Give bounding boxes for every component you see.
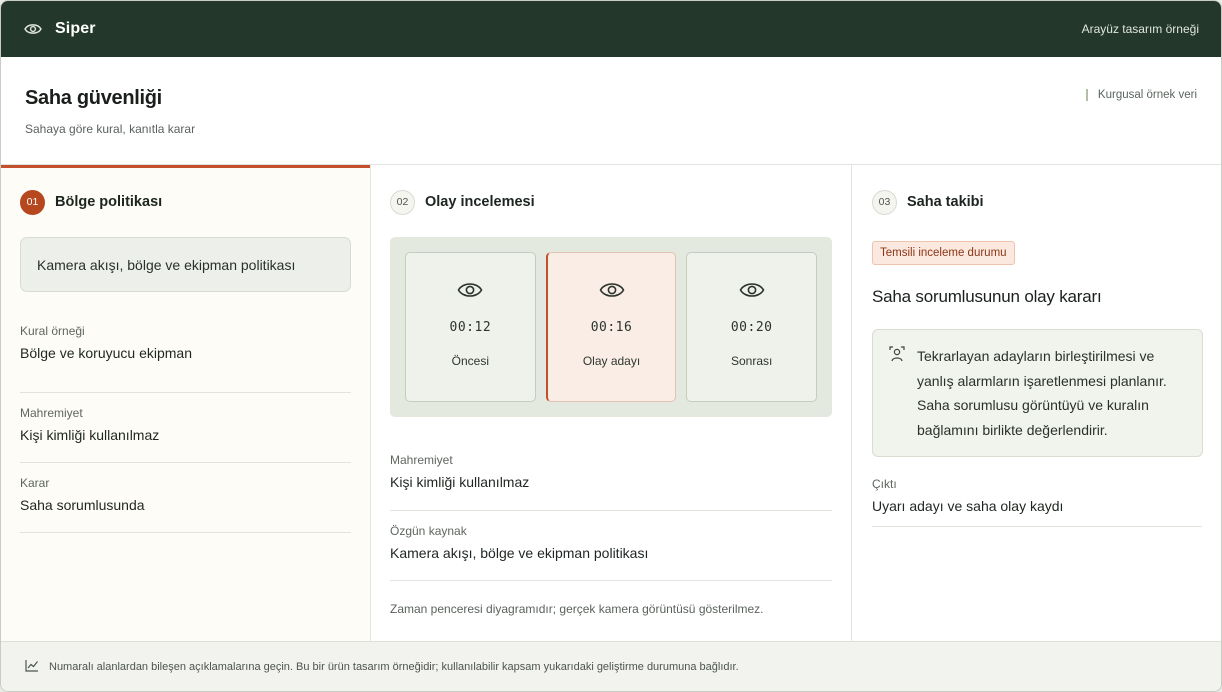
chart-line-icon: [25, 659, 39, 675]
page-subtitle: Sahaya göre kural, kanıtla karar: [25, 122, 196, 136]
frame-label: Öncesi: [451, 354, 490, 368]
diagram-note: Zaman penceresi diyagramıdır; gerçek kam…: [390, 602, 764, 616]
info-text: Tekrarlayan adayların birleştirilmesi ve…: [917, 348, 1167, 438]
tracking-section-header[interactable]: 03 Saha takibi: [872, 189, 1202, 215]
step-number: 02: [390, 189, 415, 215]
review-section: 02 Olay incelemesi 00:12 Öncesi 00:16 Ol…: [371, 165, 852, 641]
frame-event-candidate[interactable]: 00:16 Olay adayı: [545, 252, 677, 402]
field-value: Kişi kimliği kullanılmaz: [20, 427, 160, 443]
field-label: Karar: [20, 476, 50, 490]
step-number: 03: [872, 189, 897, 215]
policy-section-header[interactable]: 01 Bölge politikası: [20, 189, 351, 215]
field-value: Saha sorumlusunda: [20, 497, 145, 513]
brand[interactable]: Siper: [23, 19, 96, 39]
time-window-diagram: 00:12 Öncesi 00:16 Olay adayı 00:20 Sonr…: [390, 237, 832, 417]
field-label: Özgün kaynak: [390, 524, 467, 538]
tracking-fields: Çıktı Uyarı adayı ve saha olay kaydı: [872, 477, 1202, 527]
frame-before[interactable]: 00:12 Öncesi: [405, 252, 536, 402]
section-title: Saha takibi: [907, 194, 984, 210]
footer-text: Numaralı alanlardan bileşen açıklamaları…: [49, 660, 739, 673]
source-box: Kamera akışı, bölge ve ekipman politikas…: [20, 237, 351, 292]
field-rule-example: Kural örneği Bölge ve koruyucu ekipman: [20, 324, 351, 393]
field-privacy: Mahremiyet Kişi kimliği kullanılmaz: [20, 393, 351, 463]
app-name: Siper: [55, 20, 96, 37]
content-columns: 01 Bölge politikası Kamera akışı, bölge …: [1, 165, 1221, 641]
top-bar: Siper Arayüz tasarım örneği: [1, 1, 1221, 57]
info-box: Tekrarlayan adayların birleştirilmesi ve…: [872, 329, 1203, 457]
person-scan-icon: [889, 346, 905, 362]
page-title: Saha güvenliği: [25, 87, 162, 109]
frame-label: Sonrası: [731, 354, 773, 368]
field-decision: Karar Saha sorumlusunda: [20, 463, 351, 533]
frame-after[interactable]: 00:20 Sonrası: [686, 252, 818, 402]
section-title: Bölge politikası: [55, 194, 163, 210]
eye-icon: [456, 280, 484, 302]
review-section-header[interactable]: 02 Olay incelemesi: [390, 189, 832, 215]
decision-title: Saha sorumlusunun olay kararı: [872, 287, 1102, 306]
policy-fields: Kural örneği Bölge ve koruyucu ekipman M…: [20, 324, 351, 533]
policy-section: 01 Bölge politikası Kamera akışı, bölge …: [1, 165, 371, 641]
field-value: Bölge ve koruyucu ekipman: [20, 345, 192, 361]
eye-icon: [598, 280, 626, 302]
frame-time: 00:16: [590, 320, 633, 335]
field-output: Çıktı Uyarı adayı ve saha olay kaydı: [872, 477, 1202, 527]
app-window: Siper Arayüz tasarım örneği Saha güvenli…: [0, 0, 1222, 692]
review-fields: Mahremiyet Kişi kimliği kullanılmaz Özgü…: [390, 453, 832, 581]
field-original-source: Özgün kaynak Kamera akışı, bölge ve ekip…: [390, 511, 832, 581]
section-title: Olay incelemesi: [425, 194, 535, 210]
frame-label: Olay adayı: [582, 354, 641, 368]
field-label: Çıktı: [872, 477, 897, 491]
field-label: Kural örneği: [20, 324, 85, 338]
frame-time: 00:20: [730, 320, 773, 335]
field-value: Kişi kimliği kullanılmaz: [390, 474, 530, 490]
field-value: Uyarı adayı ve saha olay kaydı: [872, 498, 1064, 514]
page-header: Saha güvenliği Sahaya göre kural, kanıtl…: [1, 57, 1221, 165]
frame-time: 00:12: [449, 320, 492, 335]
footer: Numaralı alanlardan bileşen açıklamaları…: [1, 641, 1221, 691]
status-badge: Temsili inceleme durumu: [872, 241, 1015, 265]
field-label: Mahremiyet: [390, 453, 453, 467]
eye-icon: [23, 19, 43, 39]
eye-icon: [738, 280, 766, 302]
field-value: Kamera akışı, bölge ve ekipman politikas…: [390, 545, 649, 561]
step-number: 01: [20, 189, 45, 215]
app-tagline: Arayüz tasarım örneği: [1081, 22, 1199, 36]
field-label: Mahremiyet: [20, 406, 83, 420]
sample-data-badge: Kurgusal örnek veri: [1085, 89, 1197, 101]
field-privacy: Mahremiyet Kişi kimliği kullanılmaz: [390, 453, 832, 511]
tracking-section: 03 Saha takibi Temsili inceleme durumu S…: [852, 165, 1221, 641]
